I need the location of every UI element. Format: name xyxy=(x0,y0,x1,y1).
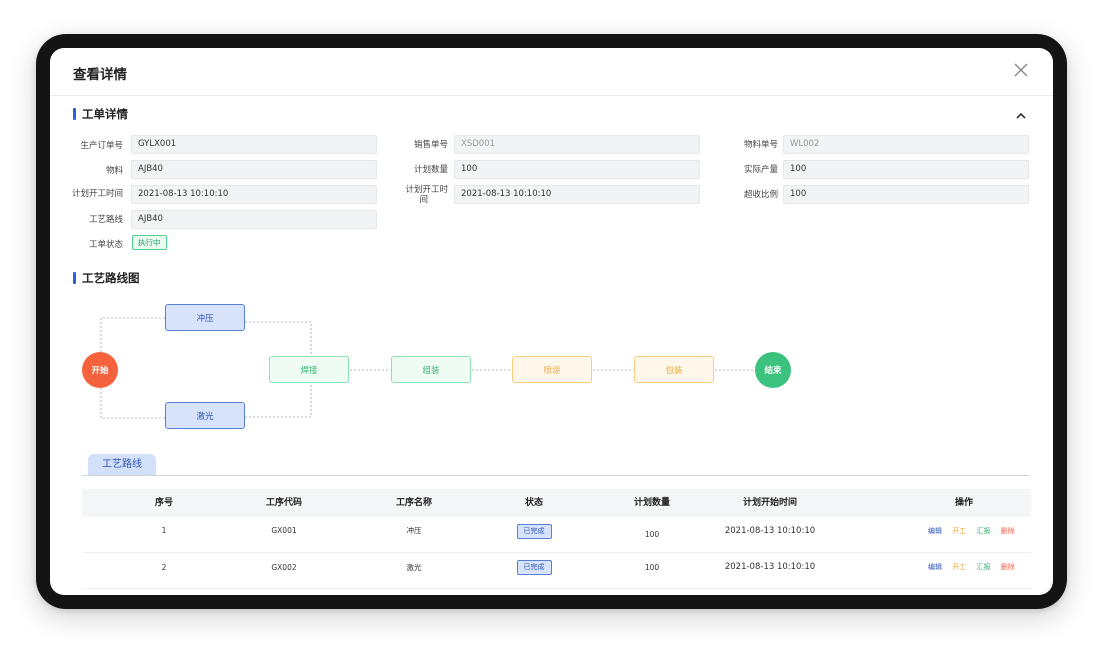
work-order-section-title: 工单详情 xyxy=(73,108,128,120)
col-name: 工序名称 xyxy=(395,498,432,508)
col-time: 计划开始时间 xyxy=(742,498,797,508)
actual-output-field[interactable]: 100 xyxy=(783,160,1029,179)
cell-index: 1 xyxy=(161,526,167,535)
col-actions: 操作 xyxy=(954,498,973,508)
cell-name: 激光 xyxy=(406,563,422,572)
row-actions: 编辑 开工 汇报 删除 xyxy=(928,517,1023,553)
actual-output-label: 实际产量 xyxy=(743,165,778,175)
flow-node-spraying[interactable]: 喷涂 xyxy=(512,356,592,383)
flow-node-welding[interactable]: 焊接 xyxy=(269,356,349,383)
plan-start-label: 计划开工时间 xyxy=(71,189,123,199)
tab-divider xyxy=(82,475,1029,476)
flow-node-stamping[interactable]: 冲压 xyxy=(165,304,245,331)
col-qty: 计划数量 xyxy=(633,498,670,508)
edit-link[interactable]: 编辑 xyxy=(928,527,942,535)
table-row: 2 GX002 激光 已完成 100 2021-08-13 10:10:10 编… xyxy=(82,553,1031,589)
plan-start-field[interactable]: 2021-08-13 10:10:10 xyxy=(131,185,377,204)
cell-code: GX001 xyxy=(271,526,297,535)
plan-qty-label: 计划数量 xyxy=(413,165,448,175)
route-field[interactable]: AJB40 xyxy=(131,210,377,229)
flow-node-assembly[interactable]: 组装 xyxy=(391,356,471,383)
row-status-badge: 已完成 xyxy=(516,523,552,539)
chevron-up-icon[interactable] xyxy=(1015,110,1027,122)
plan-start-2-label: 计划开工时 间 xyxy=(390,185,448,205)
close-icon[interactable] xyxy=(1012,61,1030,79)
cell-status: 已完成 xyxy=(492,553,576,589)
material-no-label: 物料单号 xyxy=(743,140,778,150)
plan-start-2-label-line1: 计划开工时 xyxy=(405,185,448,195)
cell-time: 2021-08-13 10:10:10 xyxy=(724,526,816,536)
row-actions: 编辑 开工 汇报 删除 xyxy=(928,553,1023,589)
report-link[interactable]: 汇报 xyxy=(976,563,990,571)
plan-start-2-label-line2: 间 xyxy=(419,195,428,205)
route-label: 工艺路线 xyxy=(88,215,123,225)
report-link[interactable]: 汇报 xyxy=(976,527,990,535)
status-label: 工单状态 xyxy=(88,240,123,250)
material-no-field[interactable]: WL002 xyxy=(783,135,1029,154)
prod-order-no-field[interactable]: GYLX001 xyxy=(131,135,377,154)
cell-time: 2021-08-13 10:10:10 xyxy=(724,562,816,572)
status-badge: 执行中 xyxy=(132,235,167,250)
cell-qty: 100 xyxy=(644,563,660,572)
flow-node-laser[interactable]: 激光 xyxy=(165,402,245,429)
overrun-ratio-field[interactable]: 100 xyxy=(783,185,1029,204)
cell-code: GX002 xyxy=(271,563,297,572)
tab-route[interactable]: 工艺路线 xyxy=(88,454,156,475)
delete-link[interactable]: 删除 xyxy=(1001,527,1015,535)
edit-link[interactable]: 编辑 xyxy=(928,563,942,571)
route-diagram-section-title: 工艺路线图 xyxy=(73,272,140,284)
start-link[interactable]: 开工 xyxy=(952,563,966,571)
cell-status: 已完成 xyxy=(492,517,576,553)
col-code: 工序代码 xyxy=(265,498,302,508)
delete-link[interactable]: 删除 xyxy=(1001,563,1015,571)
flow-end-node[interactable]: 结束 xyxy=(755,352,791,388)
route-table: 序号 工序代码 工序名称 状态 计划数量 计划开始时间 操作 1 GX001 冲… xyxy=(82,489,1031,595)
prod-order-no-label: 生产订单号 xyxy=(80,141,123,151)
cell-index: 2 xyxy=(161,563,167,572)
start-link[interactable]: 开工 xyxy=(952,527,966,535)
overrun-ratio-label: 超收比例 xyxy=(743,190,778,200)
detail-modal: 查看详情 工单详情 生产订单号 GYLX001 销售单号 XSD001 物料单号… xyxy=(50,48,1053,595)
sales-no-field[interactable]: XSD001 xyxy=(454,135,700,154)
cell-name: 冲压 xyxy=(406,526,422,535)
table-row: 1 GX001 冲压 已完成 100 2021-08-13 10:10:10 编… xyxy=(82,517,1031,553)
material-label: 物料 xyxy=(105,166,123,176)
modal-header: 查看详情 xyxy=(50,48,1053,96)
col-status: 状态 xyxy=(524,498,543,508)
material-field[interactable]: AJB40 xyxy=(131,160,377,179)
row-status-badge: 已完成 xyxy=(516,559,552,575)
cell-qty: 100 xyxy=(644,530,660,539)
flow-start-node[interactable]: 开始 xyxy=(82,352,118,388)
table-header: 序号 工序代码 工序名称 状态 计划数量 计划开始时间 操作 xyxy=(82,489,1031,517)
modal-title: 查看详情 xyxy=(73,67,127,83)
plan-start-2-field[interactable]: 2021-08-13 10:10:10 xyxy=(454,185,700,204)
plan-qty-field[interactable]: 100 xyxy=(454,160,700,179)
sales-no-label: 销售单号 xyxy=(413,140,448,150)
flow-node-packing[interactable]: 包装 xyxy=(634,356,714,383)
col-index: 序号 xyxy=(154,498,173,508)
